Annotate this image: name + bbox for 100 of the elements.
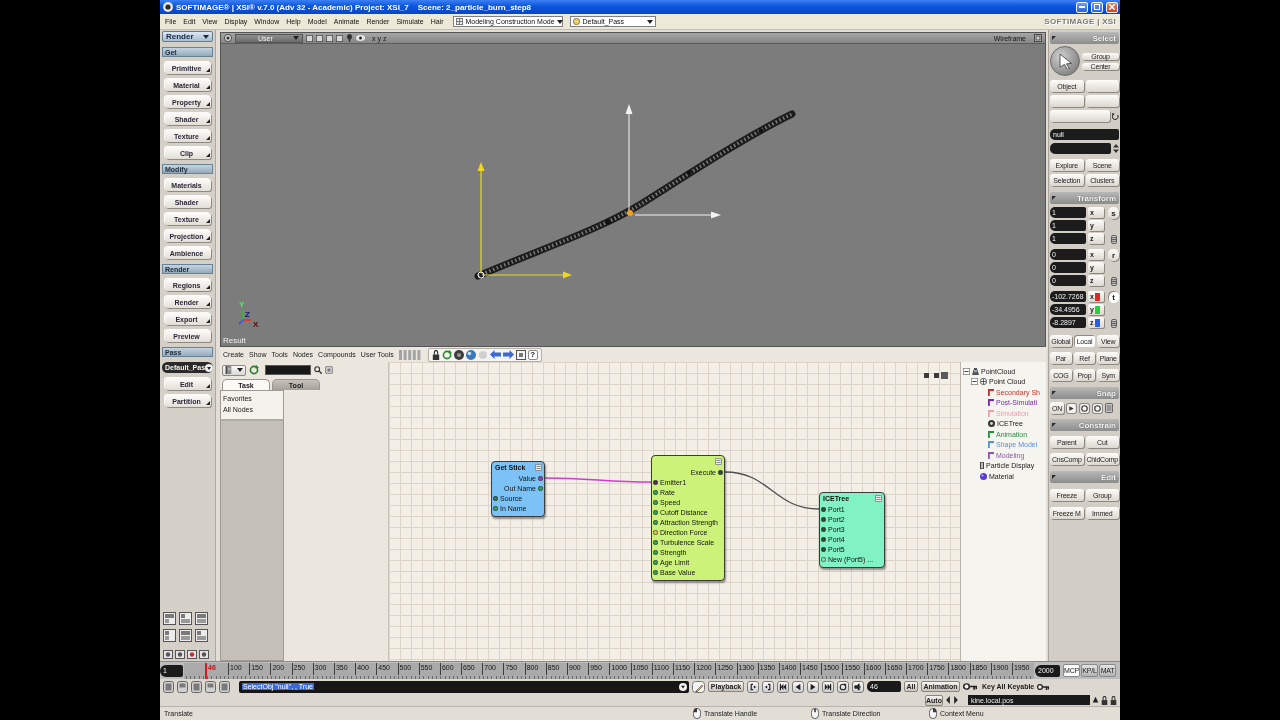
key-icon[interactable] bbox=[1037, 681, 1050, 692]
arrow-right-icon[interactable] bbox=[953, 696, 959, 704]
port-icon[interactable] bbox=[821, 506, 826, 512]
frame-icon[interactable] bbox=[515, 349, 526, 360]
record-icon[interactable] bbox=[187, 650, 197, 659]
layout-icon[interactable] bbox=[195, 629, 208, 642]
lock-icon[interactable] bbox=[1110, 695, 1117, 705]
panel-icon[interactable] bbox=[177, 680, 188, 693]
square-icon[interactable] bbox=[316, 34, 323, 42]
layout-icon[interactable] bbox=[179, 629, 192, 642]
port-icon[interactable] bbox=[653, 499, 658, 505]
playback-control[interactable] bbox=[852, 680, 864, 693]
dot-icon[interactable] bbox=[477, 349, 488, 360]
menu-icon[interactable] bbox=[535, 464, 542, 471]
record-icon[interactable] bbox=[163, 650, 173, 659]
collapse-icon[interactable] bbox=[963, 367, 970, 375]
section-title: Edit bbox=[1100, 472, 1116, 482]
squares-icon[interactable] bbox=[924, 372, 948, 379]
pencil-icon[interactable] bbox=[692, 680, 705, 693]
key-icon[interactable] bbox=[963, 681, 977, 692]
port-icon[interactable] bbox=[653, 489, 658, 495]
eye-icon[interactable] bbox=[356, 35, 365, 41]
dropdown-icon[interactable] bbox=[679, 682, 687, 691]
layout-icon[interactable] bbox=[179, 612, 192, 625]
list-icon[interactable] bbox=[1110, 235, 1117, 244]
menu-icon[interactable] bbox=[715, 458, 722, 465]
module-dropdown[interactable]: Render bbox=[162, 31, 213, 42]
port-icon[interactable] bbox=[821, 516, 826, 522]
playback-control[interactable] bbox=[777, 680, 789, 693]
dot-icon[interactable] bbox=[325, 366, 333, 374]
undo-icon[interactable] bbox=[1112, 112, 1119, 120]
ring-icon[interactable] bbox=[1079, 402, 1090, 414]
search-icon[interactable] bbox=[314, 366, 322, 374]
maximize-button[interactable] bbox=[1091, 1, 1103, 13]
up-down-icon[interactable] bbox=[1113, 144, 1119, 153]
search-field[interactable] bbox=[265, 365, 311, 375]
port-icon[interactable] bbox=[718, 469, 723, 475]
transform-mode-button[interactable]: t bbox=[1108, 291, 1119, 303]
pin-icon[interactable] bbox=[346, 34, 353, 42]
refresh-icon[interactable] bbox=[249, 365, 259, 375]
select-tool-button[interactable] bbox=[1050, 46, 1080, 76]
playback-control[interactable] bbox=[792, 680, 804, 693]
layout-icon[interactable] bbox=[163, 612, 176, 625]
close-button[interactable] bbox=[1106, 1, 1118, 13]
port-icon[interactable] bbox=[821, 546, 826, 552]
playback-control[interactable] bbox=[762, 680, 774, 693]
submenu-arrow-icon bbox=[206, 236, 210, 240]
playback-control[interactable] bbox=[822, 680, 834, 693]
layout-icon[interactable] bbox=[195, 612, 208, 625]
panel-icon[interactable] bbox=[191, 680, 202, 693]
section-title: Transform bbox=[1076, 193, 1116, 203]
panel-icon[interactable] bbox=[163, 680, 174, 693]
record-icon[interactable] bbox=[175, 650, 185, 659]
minimize-button[interactable] bbox=[1076, 1, 1088, 13]
port-icon[interactable] bbox=[653, 559, 658, 565]
port-icon[interactable] bbox=[653, 519, 658, 525]
menu-icon[interactable] bbox=[875, 495, 882, 502]
refresh-icon[interactable] bbox=[441, 349, 452, 360]
lock-icon[interactable] bbox=[431, 349, 440, 360]
sphere-icon[interactable] bbox=[465, 349, 476, 360]
layout-icon[interactable] bbox=[163, 629, 176, 642]
port-icon[interactable] bbox=[821, 526, 826, 532]
square-icon[interactable] bbox=[306, 34, 313, 42]
collapse-icon[interactable] bbox=[971, 378, 978, 386]
record-icon[interactable] bbox=[199, 650, 209, 659]
port-icon[interactable] bbox=[653, 479, 658, 485]
panel-icon[interactable] bbox=[219, 680, 230, 693]
preset-dropdown[interactable] bbox=[222, 364, 246, 376]
search-field[interactable] bbox=[1050, 143, 1111, 154]
play-icon[interactable] bbox=[1066, 402, 1077, 414]
submenu-arrow-icon bbox=[206, 384, 210, 388]
disc-icon[interactable] bbox=[453, 349, 464, 360]
maximize-icon[interactable] bbox=[1034, 34, 1042, 42]
help-button[interactable]: ? bbox=[527, 349, 538, 360]
list-icon[interactable] bbox=[1110, 319, 1117, 328]
port-icon[interactable] bbox=[653, 509, 658, 515]
mouse-icon bbox=[693, 708, 701, 719]
panel-icon[interactable] bbox=[205, 680, 216, 693]
logo-text: SOFTIMAGE | XSI bbox=[1044, 17, 1116, 26]
port-icon[interactable] bbox=[493, 495, 498, 501]
lock-icon[interactable] bbox=[1101, 695, 1108, 705]
axis-label: Z bbox=[245, 310, 250, 319]
square-icon[interactable] bbox=[326, 34, 333, 42]
playback-control[interactable] bbox=[747, 680, 759, 693]
playback-control[interactable] bbox=[807, 680, 819, 693]
port-icon[interactable] bbox=[653, 569, 658, 575]
ring-icon[interactable] bbox=[1092, 402, 1103, 414]
section-title: Constrain bbox=[1078, 420, 1116, 430]
port-icon[interactable] bbox=[538, 475, 543, 481]
arrow-up-icon[interactable] bbox=[1092, 696, 1099, 704]
list-icon[interactable] bbox=[1110, 277, 1117, 286]
list-icon[interactable] bbox=[1105, 403, 1113, 413]
port-icon[interactable] bbox=[821, 536, 826, 542]
transform-mode-button[interactable]: r bbox=[1108, 249, 1119, 261]
playback-control[interactable] bbox=[837, 680, 849, 693]
port-icon[interactable] bbox=[653, 539, 658, 545]
square-icon[interactable] bbox=[336, 34, 343, 42]
arrow-left-icon[interactable] bbox=[945, 696, 951, 704]
port-icon[interactable] bbox=[653, 549, 658, 555]
transform-mode-button[interactable]: s bbox=[1108, 207, 1119, 219]
